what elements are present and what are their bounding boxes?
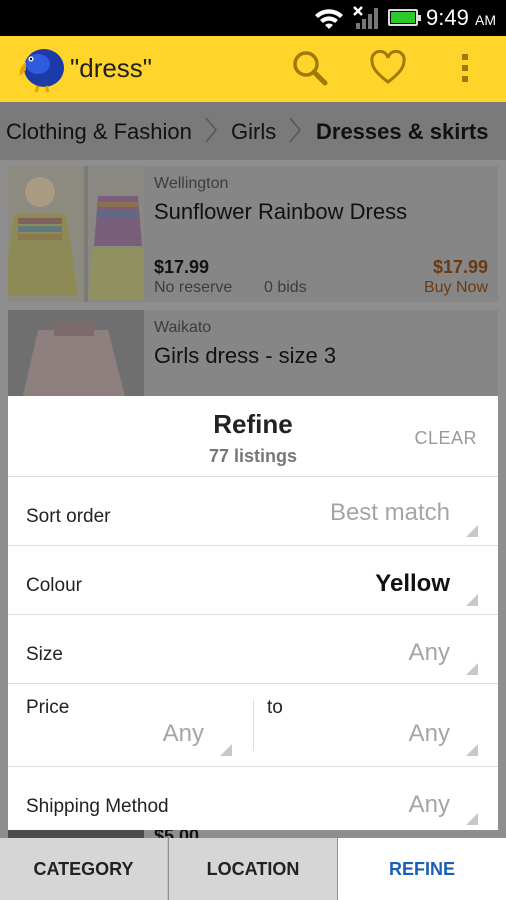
- listing-photo: [8, 310, 144, 400]
- sort-order-label: Sort order: [26, 506, 111, 527]
- search-query-title: "dress": [70, 53, 153, 83]
- price-to-label: to: [267, 697, 283, 718]
- buy-now-label: Buy Now: [423, 279, 488, 296]
- price-to-value[interactable]: Any: [409, 720, 450, 748]
- colour-label: Colour: [26, 575, 82, 596]
- shipping-label: Shipping Method: [26, 796, 169, 817]
- buy-now-price: $17.99: [432, 257, 488, 277]
- listing-title: Girls dress - size 3: [154, 343, 337, 368]
- dropdown-triangle-icon: [466, 663, 478, 675]
- size-row[interactable]: Size Any: [8, 615, 498, 684]
- dropdown-triangle-icon: [466, 594, 478, 606]
- dropdown-triangle-icon: [466, 744, 478, 756]
- bottom-tabs: CATEGORY LOCATION REFINE: [0, 838, 506, 900]
- listing-bids: 0 bids: [264, 279, 307, 296]
- breadcrumb-item-clothing[interactable]: Clothing & Fashion: [6, 119, 192, 145]
- colour-value[interactable]: Yellow: [375, 570, 450, 598]
- listing-card[interactable]: Wellington Sunflower Rainbow Dress $17.9…: [8, 166, 498, 302]
- dropdown-triangle-icon: [466, 525, 478, 537]
- refine-header: Refine 77 listings CLEAR: [8, 396, 498, 477]
- price-from-value[interactable]: Any: [163, 720, 204, 748]
- price-divider: [253, 699, 254, 751]
- sort-order-value[interactable]: Best match: [330, 499, 450, 527]
- breadcrumb-item-girls[interactable]: Girls: [231, 119, 276, 145]
- listing-count: 77 listings: [208, 446, 298, 466]
- chevron-right-icon: [205, 117, 217, 143]
- listing-card[interactable]: Waikato Girls dress - size 3: [8, 310, 498, 400]
- shipping-value[interactable]: Any: [409, 791, 450, 819]
- overflow-menu-icon[interactable]: [450, 48, 490, 88]
- listing-title: Sunflower Rainbow Dress: [154, 199, 408, 224]
- breadcrumb-item-dresses: Dresses & skirts: [316, 119, 489, 144]
- price-row: Price Any to Any: [8, 684, 498, 767]
- search-icon[interactable]: [290, 48, 330, 88]
- listing-region: Waikato: [154, 319, 212, 336]
- tab-category[interactable]: CATEGORY: [0, 838, 168, 900]
- app-bar: "dress": [0, 36, 506, 102]
- dropdown-triangle-icon: [220, 744, 232, 756]
- clear-button[interactable]: CLEAR: [414, 428, 477, 449]
- breadcrumb: Clothing & Fashion Girls Dresses & skirt…: [0, 102, 506, 160]
- status-bar: 9:49 AM: [0, 0, 506, 36]
- wifi-icon: [315, 9, 343, 29]
- clock: 9:49 AM: [426, 5, 496, 30]
- colour-row[interactable]: Colour Yellow: [8, 546, 498, 615]
- sort-order-row[interactable]: Sort order Best match: [8, 477, 498, 546]
- chevron-right-icon: [289, 117, 301, 143]
- tab-location[interactable]: LOCATION: [169, 838, 337, 900]
- signal-icon: [353, 6, 378, 29]
- listing-region: Wellington: [154, 175, 229, 192]
- listing-reserve: No reserve: [154, 279, 233, 296]
- tab-refine[interactable]: REFINE: [338, 838, 506, 900]
- battery-icon: [388, 9, 421, 26]
- price-label: Price: [26, 697, 70, 718]
- shipping-row[interactable]: Shipping Method Any: [8, 767, 498, 830]
- listing-photo: [8, 166, 144, 302]
- heart-icon[interactable]: [368, 48, 408, 88]
- kiwi-logo-icon[interactable]: [16, 42, 66, 94]
- refine-panel: Refine 77 listings CLEAR Sort order Best…: [8, 396, 498, 830]
- size-value[interactable]: Any: [409, 639, 450, 667]
- listing-price: $17.99: [154, 257, 210, 277]
- size-label: Size: [26, 644, 63, 665]
- dropdown-triangle-icon: [466, 813, 478, 825]
